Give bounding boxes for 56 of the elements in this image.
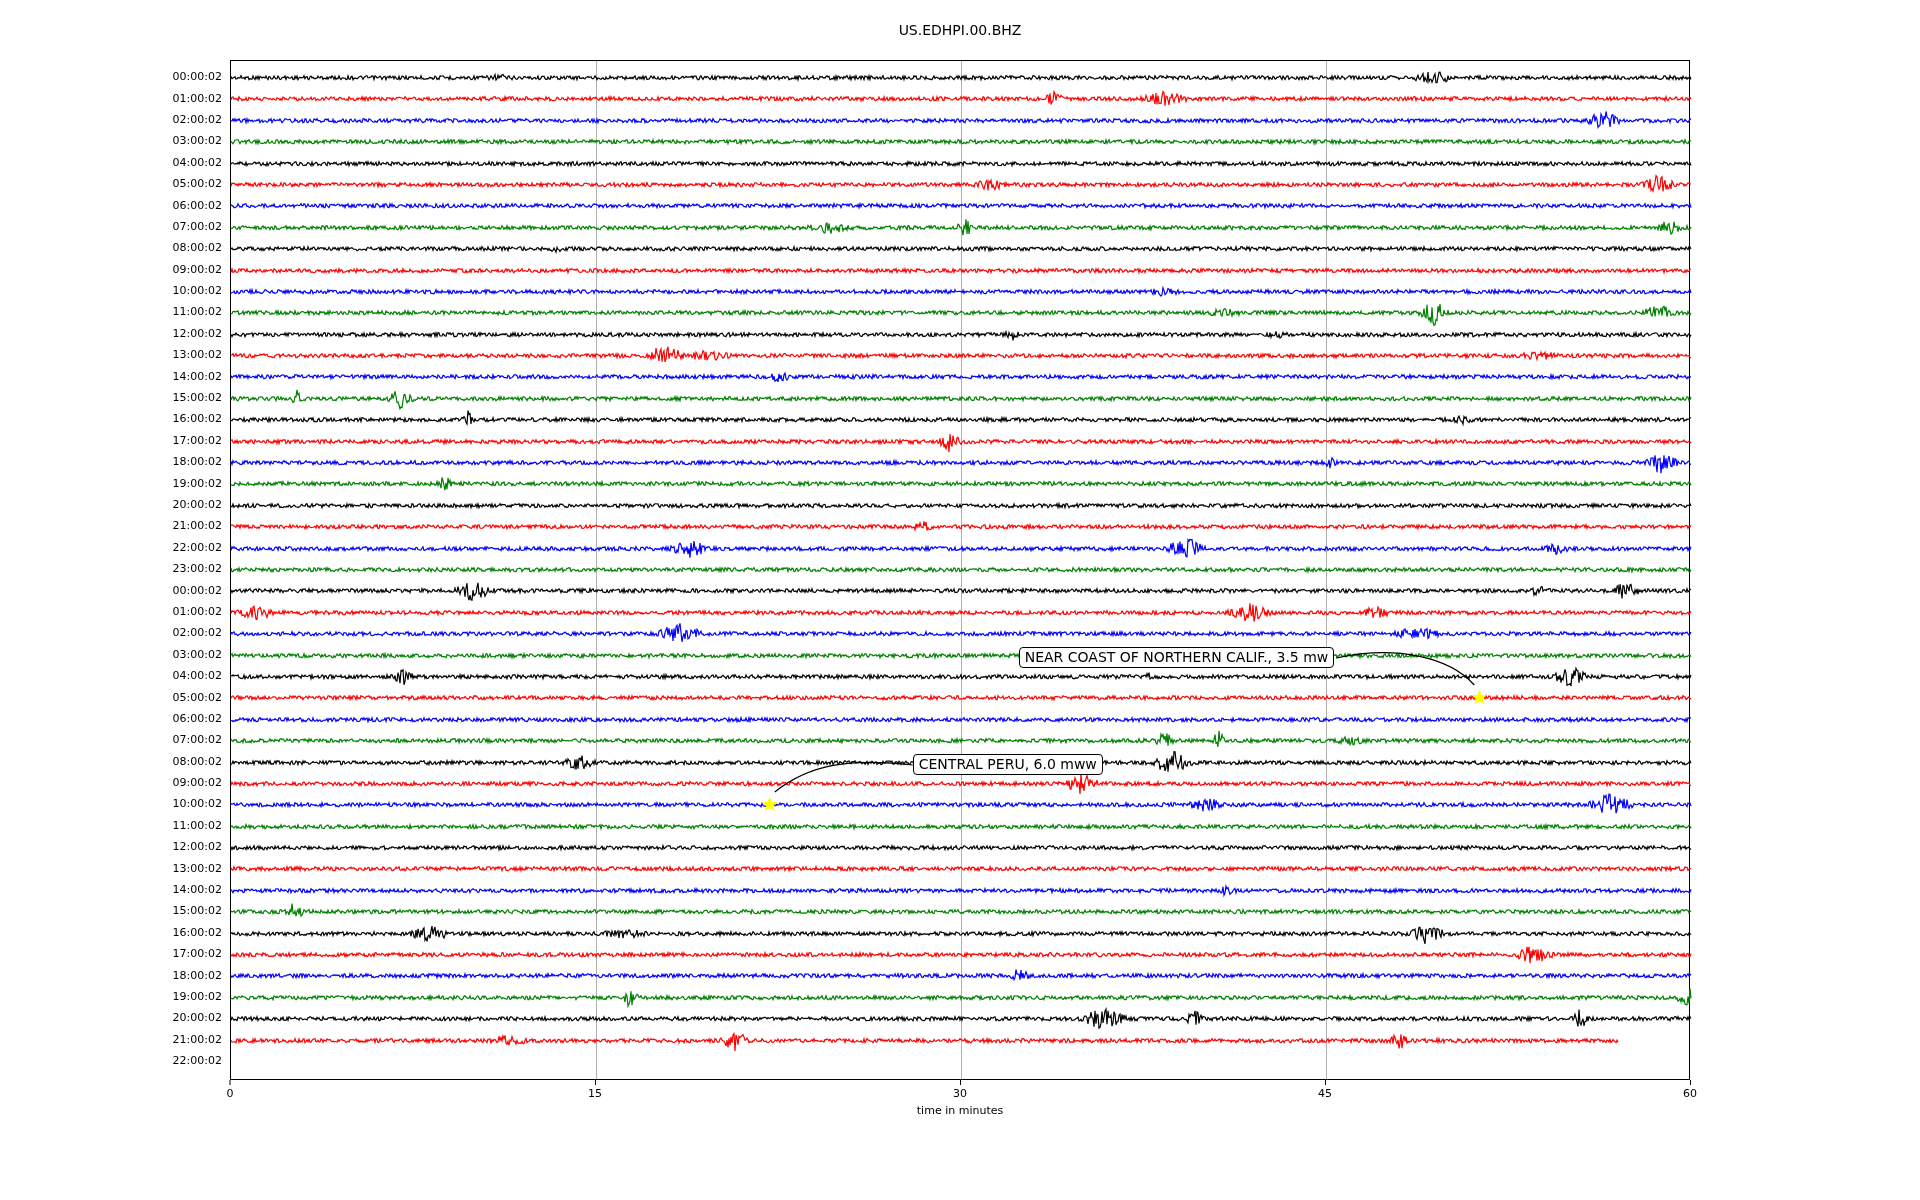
- row-time-label: 12:00:02: [172, 840, 222, 854]
- event-label: NEAR COAST OF NORTHERN CALIF., 3.5 mw: [1018, 647, 1335, 669]
- x-tick-label: 45: [1318, 1087, 1332, 1101]
- row-time-label: 01:00:02: [172, 604, 222, 618]
- row-time-label: 08:00:02: [172, 241, 222, 255]
- row-time-label: 03:00:02: [172, 134, 222, 148]
- row-time-label: 20:00:02: [172, 1011, 222, 1025]
- row-time-label: 16:00:02: [172, 412, 222, 426]
- row-time-label: 21:00:02: [172, 519, 222, 533]
- row-time-label: 16:00:02: [172, 925, 222, 939]
- row-time-label: 06:00:02: [172, 711, 222, 725]
- row-time-label: 04:00:02: [172, 669, 222, 683]
- row-time-label: 19:00:02: [172, 990, 222, 1003]
- row-time-label: 13:00:02: [172, 861, 222, 875]
- row-time-label: 02:00:02: [172, 626, 222, 640]
- row-time-label: 20:00:02: [172, 498, 222, 511]
- row-time-label: 22:00:02: [172, 1054, 222, 1068]
- row-time-label: 08:00:02: [172, 754, 222, 768]
- row-time-label: 02:00:02: [172, 112, 222, 126]
- row-time-label: 01:00:02: [172, 91, 222, 105]
- x-tick-label: 30: [953, 1087, 967, 1101]
- row-time-label: 04:00:02: [172, 155, 222, 169]
- row-time-label: 06:00:02: [172, 198, 222, 212]
- row-time-label: 17:00:02: [172, 947, 222, 961]
- x-tick-label: 0: [226, 1087, 234, 1101]
- row-time-label: 00:00:02: [172, 70, 222, 84]
- row-time-label: 19:00:02: [172, 476, 222, 490]
- event-label: CENTRAL PERU, 6.0 mww: [912, 754, 1103, 776]
- x-tick-label: 60: [1683, 1087, 1697, 1101]
- row-time-label: 07:00:02: [172, 219, 222, 233]
- row-time-label: 22:00:02: [172, 540, 222, 554]
- row-time-label: 09:00:02: [172, 776, 222, 790]
- x-tick-label: 15: [588, 1087, 602, 1101]
- row-time-label: 09:00:02: [172, 262, 222, 276]
- row-time-label: 23:00:02: [172, 562, 222, 576]
- row-time-label: 10:00:02: [172, 284, 222, 298]
- row-time-label: 18:00:02: [172, 455, 222, 469]
- row-time-label: 15:00:02: [172, 904, 222, 918]
- row-time-label: 11:00:02: [172, 818, 222, 832]
- row-time-label: 05:00:02: [172, 177, 222, 191]
- chart-title: US.EDHPI.00.BHZ: [898, 21, 1022, 40]
- row-time-label: 03:00:02: [172, 647, 222, 661]
- row-time-label: 21:00:02: [172, 1032, 222, 1046]
- row-time-label: 12:00:02: [172, 326, 222, 340]
- row-time-label: 17:00:02: [172, 433, 222, 447]
- x-axis-label: time in minutes: [916, 1104, 1004, 1118]
- row-time-label: 11:00:02: [172, 305, 222, 319]
- row-time-label: 18:00:02: [172, 968, 222, 982]
- row-time-label: 14:00:02: [172, 369, 222, 383]
- row-time-label: 15:00:02: [172, 391, 222, 405]
- row-time-label: 05:00:02: [172, 690, 222, 704]
- row-time-label: 00:00:02: [172, 583, 222, 597]
- row-time-label: 07:00:02: [172, 733, 222, 747]
- row-time-label: 10:00:02: [172, 797, 222, 811]
- row-time-label: 13:00:02: [172, 348, 222, 362]
- row-time-label: 14:00:02: [172, 883, 222, 897]
